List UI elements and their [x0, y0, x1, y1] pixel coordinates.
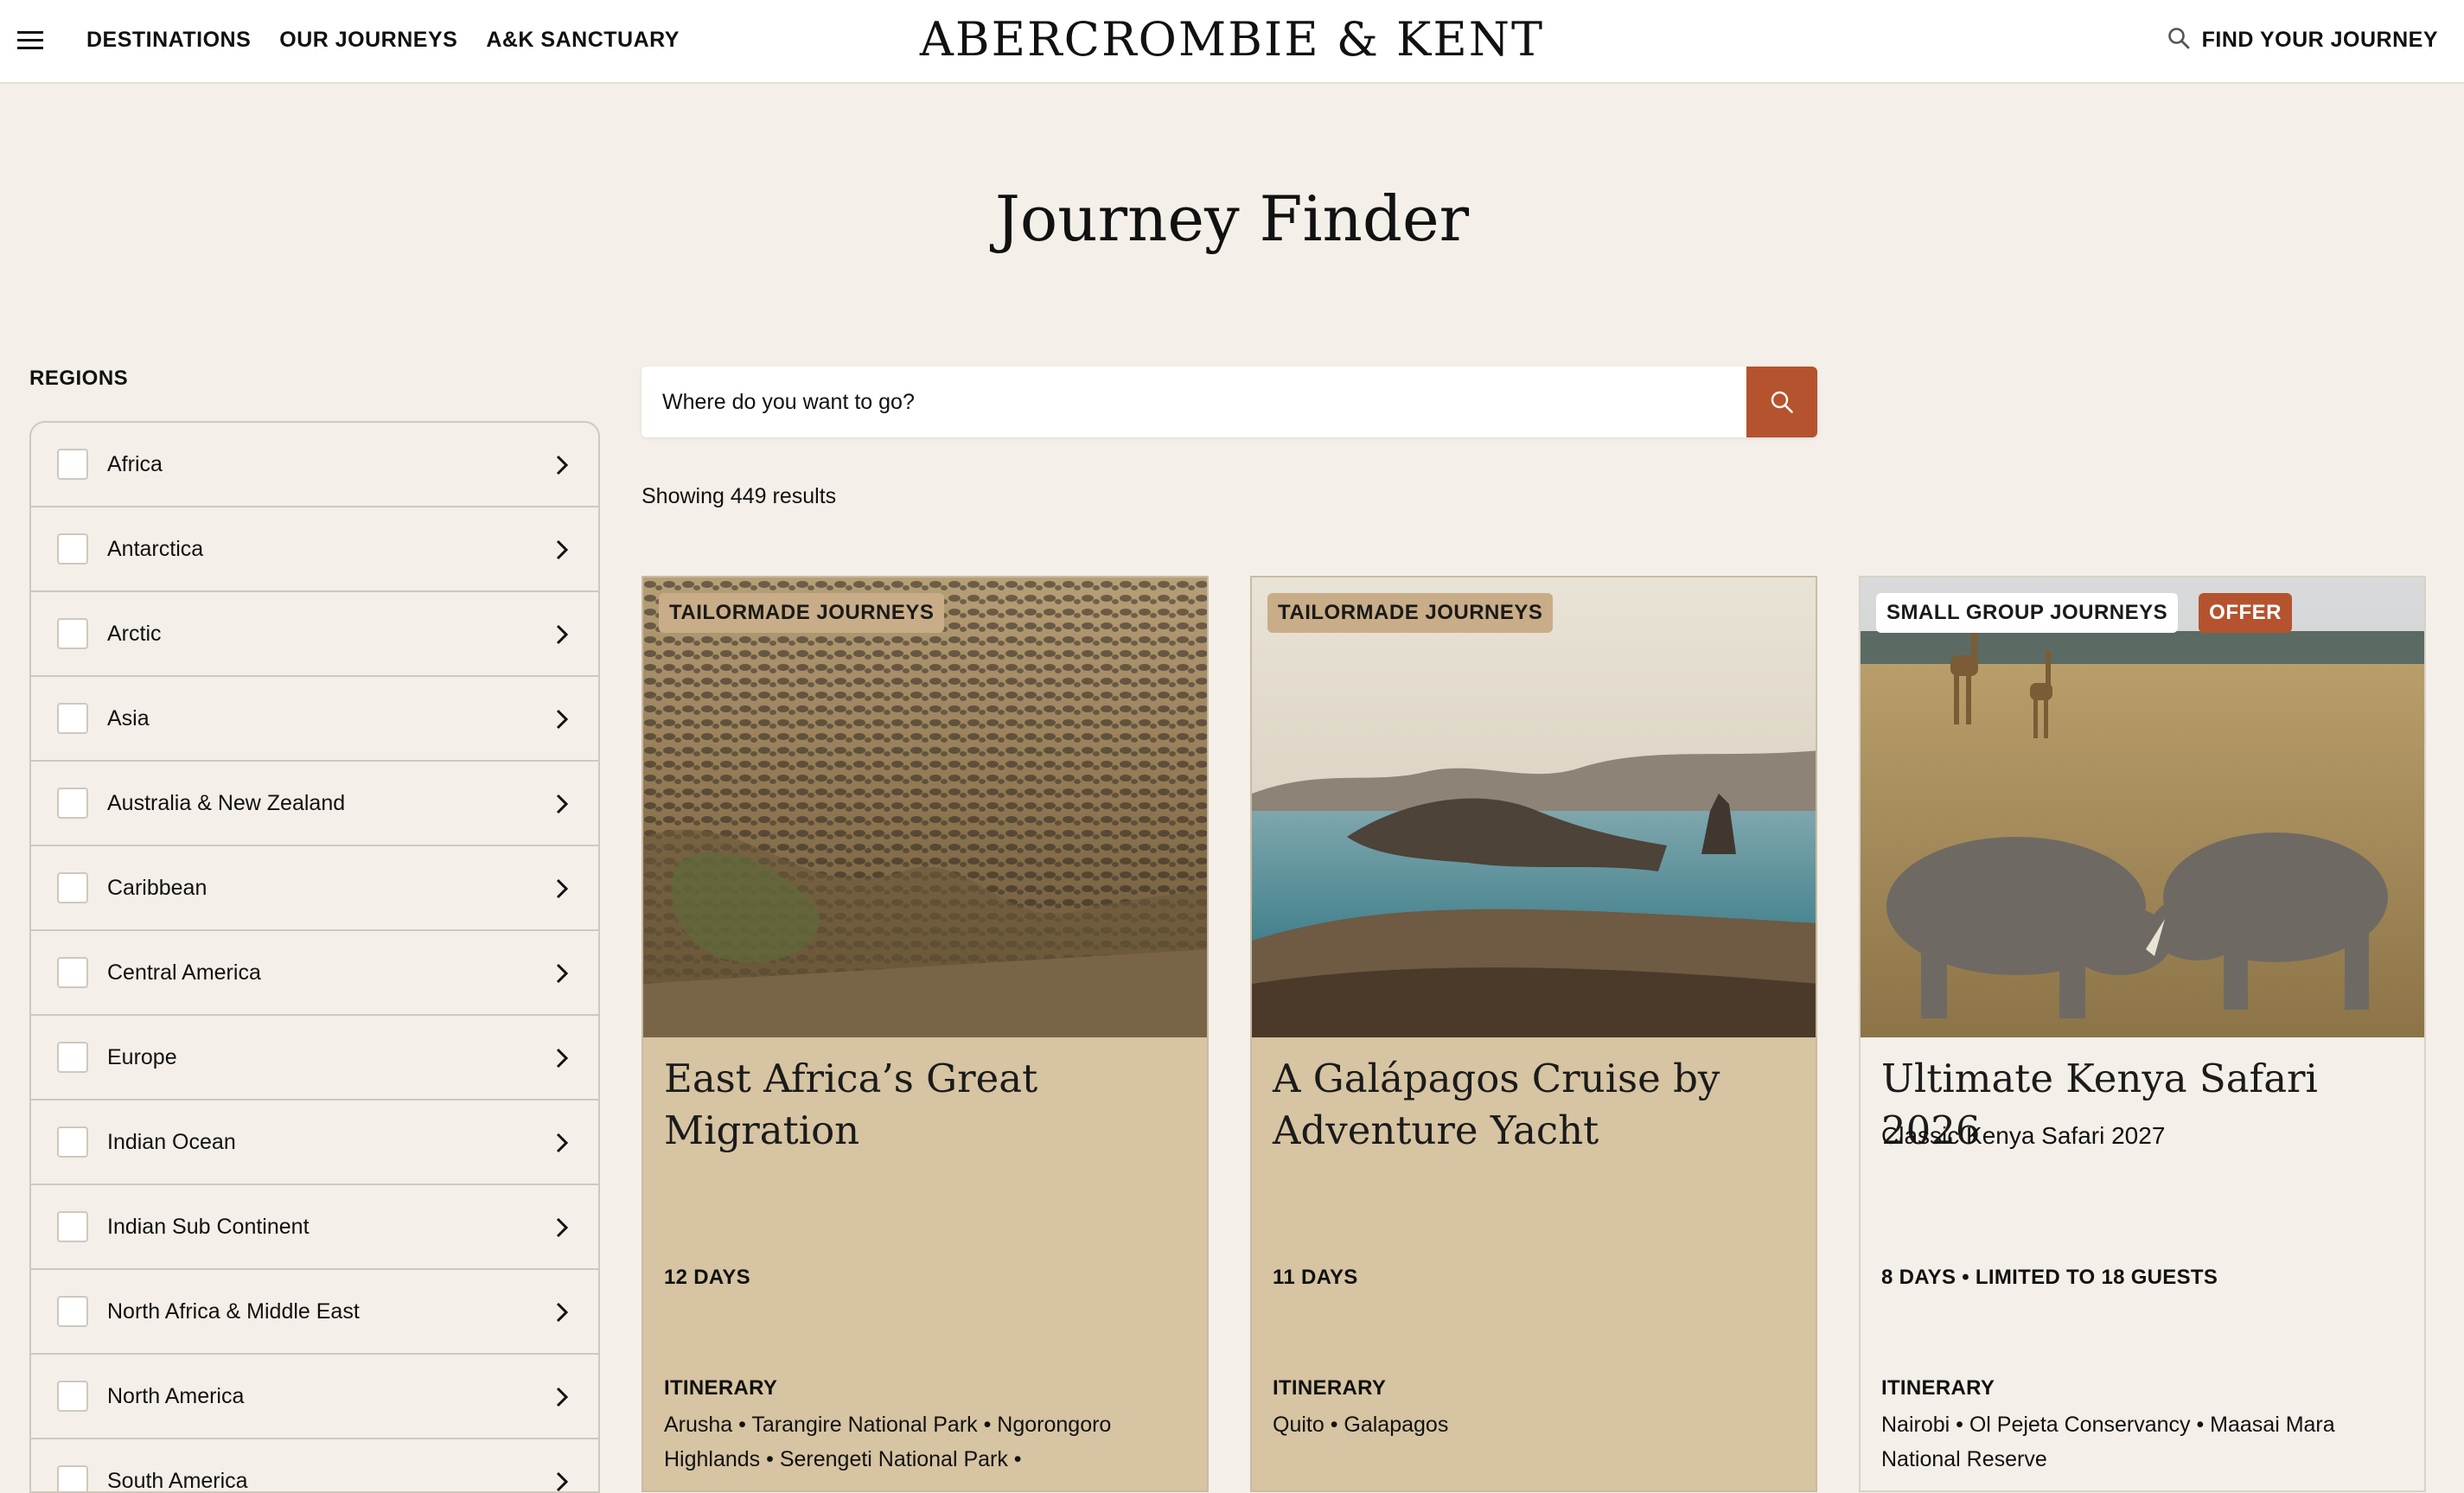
- region-label: South America: [107, 1469, 248, 1493]
- region-item-caribbean[interactable]: Caribbean: [31, 846, 598, 931]
- card-badges: SMALL GROUP JOURNEYS OFFER: [1876, 593, 2292, 633]
- search-icon: [1770, 390, 1794, 414]
- region-item-antarctica[interactable]: Antarctica: [31, 507, 598, 592]
- region-label: Central America: [107, 960, 261, 986]
- journey-title[interactable]: East Africa’s Great Migration: [664, 1053, 1186, 1157]
- journey-card[interactable]: TAILORMADE JOURNEYS East Africa’s Great …: [642, 576, 1209, 1492]
- region-item-indian-sub-continent[interactable]: Indian Sub Continent: [31, 1185, 598, 1270]
- region-item-north-africa-middle-east[interactable]: North Africa & Middle East: [31, 1270, 598, 1355]
- region-checkbox[interactable]: [57, 1126, 88, 1158]
- region-checkbox[interactable]: [57, 1381, 88, 1412]
- search-submit-button[interactable]: [1746, 367, 1817, 437]
- itinerary-stops: Nairobi • Ol Pejeta Conservancy • Maasai…: [1881, 1407, 2390, 1477]
- region-label: Asia: [107, 706, 150, 731]
- region-label: Australia & New Zealand: [107, 791, 345, 816]
- region-checkbox[interactable]: [57, 872, 88, 903]
- itinerary-label: ITINERARY: [1881, 1376, 1995, 1400]
- journey-duration: 12 DAYS: [664, 1266, 750, 1290]
- region-label: Africa: [107, 452, 163, 477]
- chevron-right-icon[interactable]: [555, 454, 569, 476]
- region-item-south-america[interactable]: South America: [31, 1439, 598, 1493]
- results-count: Showing 449 results: [642, 484, 836, 509]
- journey-image-migration[interactable]: [643, 577, 1207, 1037]
- itinerary-label: ITINERARY: [664, 1376, 777, 1400]
- card-badges: TAILORMADE JOURNEYS: [1267, 593, 1553, 633]
- journey-type-badge: TAILORMADE JOURNEYS: [659, 593, 944, 633]
- journey-image-kenya-safari[interactable]: [1861, 577, 2424, 1037]
- region-item-australia-new-zealand[interactable]: Australia & New Zealand: [31, 762, 598, 846]
- itinerary-stops: Quito • Galapagos: [1273, 1407, 1781, 1442]
- regions-filter-list: Africa Antarctica Arctic Asia Australia …: [29, 421, 600, 1493]
- region-checkbox[interactable]: [57, 703, 88, 734]
- region-item-central-america[interactable]: Central America: [31, 931, 598, 1016]
- region-checkbox[interactable]: [57, 1211, 88, 1242]
- site-header: DESTINATIONS OUR JOURNEYS A&K SANCTUARY …: [0, 0, 2464, 84]
- destination-search-box: [642, 367, 1817, 437]
- journey-type-badge: TAILORMADE JOURNEYS: [1267, 593, 1553, 633]
- chevron-right-icon[interactable]: [555, 1386, 569, 1408]
- journey-card[interactable]: TAILORMADE JOURNEYS A Galápagos Cruise b…: [1250, 576, 1817, 1492]
- regions-heading: REGIONS: [29, 367, 128, 391]
- journey-duration: 8 DAYS • LIMITED TO 18 GUESTS: [1881, 1266, 2218, 1290]
- chevron-right-icon[interactable]: [555, 623, 569, 646]
- destination-search-input[interactable]: [642, 367, 1746, 437]
- region-checkbox[interactable]: [57, 957, 88, 988]
- region-label: Caribbean: [107, 876, 207, 901]
- journey-image-galapagos[interactable]: [1252, 577, 1816, 1037]
- chevron-right-icon[interactable]: [555, 708, 569, 731]
- region-label: Europe: [107, 1045, 177, 1070]
- journey-type-badge: SMALL GROUP JOURNEYS: [1876, 593, 2178, 633]
- journey-subtitle: Classic Kenya Safari 2027: [1881, 1122, 2165, 1150]
- chevron-right-icon[interactable]: [555, 1471, 569, 1493]
- chevron-right-icon[interactable]: [555, 1132, 569, 1154]
- region-label: Indian Ocean: [107, 1130, 236, 1155]
- region-item-north-america[interactable]: North America: [31, 1355, 598, 1439]
- region-item-africa[interactable]: Africa: [31, 423, 598, 507]
- region-checkbox[interactable]: [57, 788, 88, 819]
- itinerary-label: ITINERARY: [1273, 1376, 1386, 1400]
- search-icon: [2167, 27, 2190, 54]
- chevron-right-icon[interactable]: [555, 877, 569, 900]
- itinerary-stops: Arusha • Tarangire National Park • Ngoro…: [664, 1407, 1172, 1477]
- region-checkbox[interactable]: [57, 449, 88, 480]
- journey-title[interactable]: A Galápagos Cruise by Adventure Yacht: [1273, 1053, 1795, 1157]
- card-badges: TAILORMADE JOURNEYS: [659, 593, 944, 633]
- chevron-right-icon[interactable]: [555, 1047, 569, 1069]
- chevron-right-icon[interactable]: [555, 1301, 569, 1324]
- region-label: Arctic: [107, 622, 162, 647]
- region-label: Antarctica: [107, 537, 203, 562]
- chevron-right-icon[interactable]: [555, 793, 569, 815]
- region-checkbox[interactable]: [57, 618, 88, 649]
- brand-logo[interactable]: ABERCROMBIE & KENT: [0, 10, 2464, 69]
- journey-card[interactable]: SMALL GROUP JOURNEYS OFFER Ultimate Keny…: [1859, 576, 2426, 1492]
- find-your-journey-label: FIND YOUR JOURNEY: [2202, 24, 2438, 55]
- chevron-right-icon[interactable]: [555, 1216, 569, 1239]
- offer-badge: OFFER: [2199, 593, 2292, 633]
- region-label: North Africa & Middle East: [107, 1299, 360, 1324]
- region-checkbox[interactable]: [57, 1465, 88, 1493]
- region-item-asia[interactable]: Asia: [31, 677, 598, 762]
- region-item-indian-ocean[interactable]: Indian Ocean: [31, 1101, 598, 1185]
- page-title: Journey Finder: [0, 177, 2464, 260]
- region-item-europe[interactable]: Europe: [31, 1016, 598, 1101]
- chevron-right-icon[interactable]: [555, 539, 569, 561]
- chevron-right-icon[interactable]: [555, 962, 569, 985]
- region-checkbox[interactable]: [57, 533, 88, 565]
- journey-duration: 11 DAYS: [1273, 1266, 1358, 1290]
- region-checkbox[interactable]: [57, 1042, 88, 1073]
- region-item-arctic[interactable]: Arctic: [31, 592, 598, 677]
- region-label: North America: [107, 1384, 244, 1409]
- find-your-journey-link[interactable]: FIND YOUR JOURNEY: [2167, 24, 2438, 55]
- region-label: Indian Sub Continent: [107, 1215, 310, 1240]
- region-checkbox[interactable]: [57, 1296, 88, 1327]
